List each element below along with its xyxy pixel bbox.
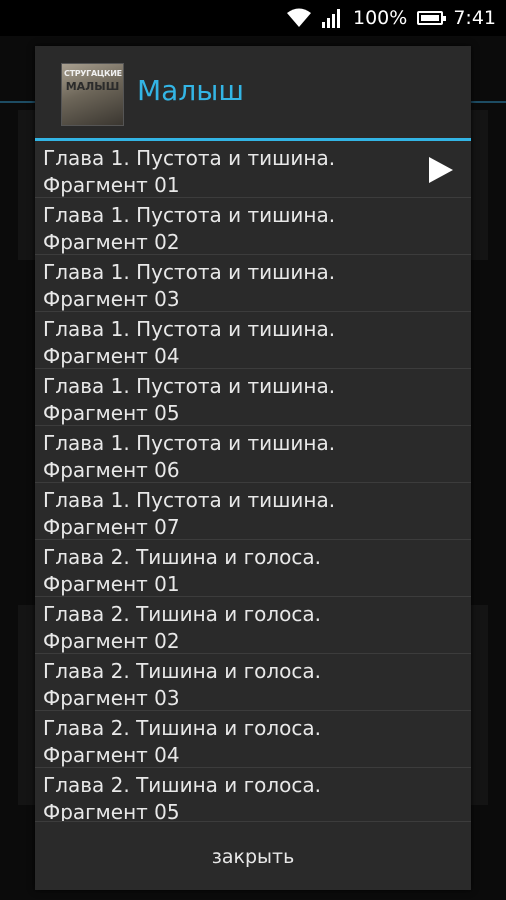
status-icons: 100% 7:41 (287, 0, 496, 36)
chapter-title: Глава 1. Пустота и тишина. Фрагмент 07 (43, 488, 336, 539)
chapter-title: Глава 2. Тишина и голоса. Фрагмент 04 (43, 716, 322, 767)
cover-author: СТРУГАЦКИЕ (64, 69, 122, 78)
dialog-title: Малыш (137, 74, 244, 107)
dialog-footer: закрыть (35, 821, 471, 891)
chapter-title: Глава 2. Тишина и голоса. Фрагмент 03 (43, 659, 322, 710)
list-item[interactable]: Глава 1. Пустота и тишина. Фрагмент 02 (35, 198, 471, 255)
chapter-list[interactable]: Глава 1. Пустота и тишина. Фрагмент 01 Гл… (35, 141, 471, 821)
chapter-title: Глава 1. Пустота и тишина. Фрагмент 01 (43, 146, 336, 197)
close-button[interactable]: закрыть (35, 822, 471, 891)
chapter-title: Глава 2. Тишина и голоса. Фрагмент 02 (43, 602, 322, 653)
play-icon[interactable] (429, 157, 453, 183)
playlist-dialog: СТРУГАЦКИЕ МАЛЫШ Малыш Глава 1. Пустота … (35, 46, 471, 890)
list-item[interactable]: Глава 1. Пустота и тишина. Фрагмент 07 (35, 483, 471, 540)
battery-icon (417, 11, 447, 25)
cover-title: МАЛЫШ (65, 80, 120, 93)
list-item[interactable]: Глава 1. Пустота и тишина. Фрагмент 06 (35, 426, 471, 483)
wifi-icon (287, 8, 311, 27)
status-bar: 100% 7:41 (0, 0, 506, 36)
chapter-title: Глава 2. Тишина и голоса. Фрагмент 01 (43, 545, 322, 596)
book-cover-image: СТРУГАЦКИЕ МАЛЫШ (61, 63, 124, 126)
chapter-title: Глава 2. Тишина и голоса. Фрагмент 05 (43, 773, 322, 821)
chapter-title: Глава 1. Пустота и тишина. Фрагмент 03 (43, 260, 336, 311)
list-item[interactable]: Глава 1. Пустота и тишина. Фрагмент 01 (35, 141, 471, 198)
chapter-title: Глава 1. Пустота и тишина. Фрагмент 05 (43, 374, 336, 425)
chapter-title: Глава 1. Пустота и тишина. Фрагмент 04 (43, 317, 336, 368)
signal-icon (322, 9, 340, 28)
list-item[interactable]: Глава 1. Пустота и тишина. Фрагмент 03 (35, 255, 471, 312)
list-item[interactable]: Глава 1. Пустота и тишина. Фрагмент 05 (35, 369, 471, 426)
list-item[interactable]: Глава 2. Тишина и голоса. Фрагмент 03 (35, 654, 471, 711)
chapter-title: Глава 1. Пустота и тишина. Фрагмент 02 (43, 203, 336, 254)
list-item[interactable]: Глава 2. Тишина и голоса. Фрагмент 05 (35, 768, 471, 821)
list-item[interactable]: Глава 2. Тишина и голоса. Фрагмент 04 (35, 711, 471, 768)
chapter-title: Глава 1. Пустота и тишина. Фрагмент 06 (43, 431, 336, 482)
battery-percent: 100% (353, 7, 408, 29)
list-item[interactable]: Глава 1. Пустота и тишина. Фрагмент 04 (35, 312, 471, 369)
clock: 7:41 (453, 7, 496, 29)
list-item[interactable]: Глава 2. Тишина и голоса. Фрагмент 01 (35, 540, 471, 597)
dialog-header: СТРУГАЦКИЕ МАЛЫШ Малыш (35, 46, 471, 138)
list-item[interactable]: Глава 2. Тишина и голоса. Фрагмент 02 (35, 597, 471, 654)
